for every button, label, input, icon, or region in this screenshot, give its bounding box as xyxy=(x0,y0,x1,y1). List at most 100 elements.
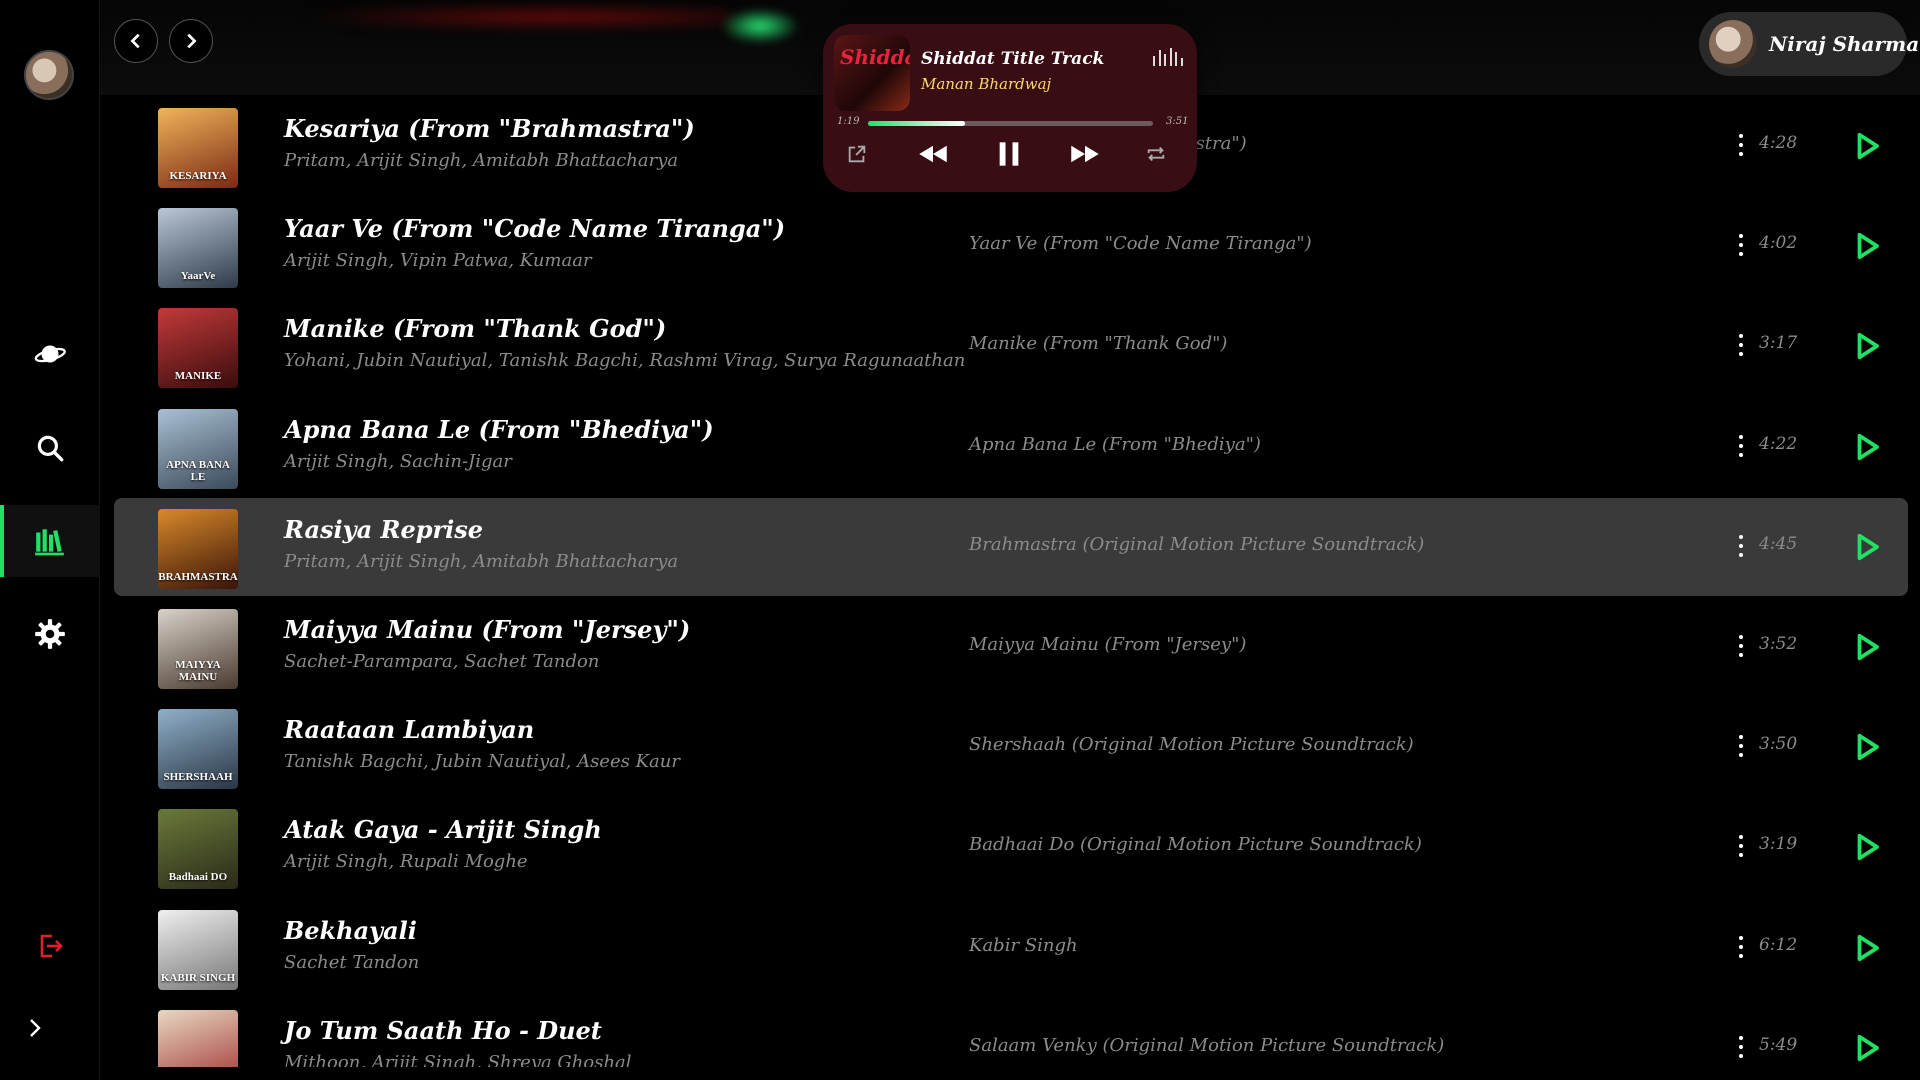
now-playing-cover[interactable]: Shiddat xyxy=(834,35,910,111)
track-cover-label: YaarVe xyxy=(180,270,216,282)
track-artists: Arijit Singh, Rupali Moghe xyxy=(284,851,528,872)
chevron-right-icon xyxy=(30,1019,41,1037)
play-icon[interactable] xyxy=(1852,432,1882,462)
more-options-icon[interactable] xyxy=(1735,230,1747,260)
ambient-glow-green xyxy=(720,8,800,44)
play-icon[interactable] xyxy=(1852,933,1882,963)
track-title[interactable]: Raataan Lambiyan xyxy=(284,715,534,744)
progress-fill xyxy=(868,121,965,126)
pause-button[interactable] xyxy=(991,136,1027,172)
track-cover[interactable]: Venky xyxy=(158,1010,238,1067)
track-title[interactable]: Jo Tum Saath Ho - Duet xyxy=(284,1016,602,1045)
track-cover[interactable]: MANIKE xyxy=(158,308,238,388)
track-cover[interactable]: KABIR SINGH xyxy=(158,910,238,990)
sidebar-item-explore[interactable] xyxy=(0,318,100,390)
more-options-icon[interactable] xyxy=(1735,431,1747,461)
track-cover[interactable]: BRAHMASTRA xyxy=(158,509,238,589)
track-cover[interactable]: APNA BANA LE xyxy=(158,409,238,489)
fast-forward-icon xyxy=(1071,145,1099,163)
play-icon[interactable] xyxy=(1852,231,1882,261)
track-cover-label: MANIKE xyxy=(174,370,222,382)
track-duration: 4:02 xyxy=(1759,233,1798,253)
track-row[interactable]: YaarVe Yaar Ve (From "Code Name Tiranga")… xyxy=(114,197,1908,295)
chevron-right-icon xyxy=(187,33,197,49)
sidebar-item-search[interactable] xyxy=(0,412,100,484)
gear-icon xyxy=(35,619,65,649)
track-duration: 5:49 xyxy=(1759,1035,1798,1055)
track-row[interactable]: KABIR SINGH Bekhayali Sachet Tandon Kabir S… xyxy=(114,899,1908,997)
track-cover[interactable]: SHERSHAAH xyxy=(158,709,238,789)
track-title[interactable]: Apna Bana Le (From "Bhediya") xyxy=(284,415,714,444)
more-options-icon[interactable] xyxy=(1735,130,1747,160)
more-options-icon[interactable] xyxy=(1735,330,1747,360)
track-title[interactable]: Atak Gaya - Arijit Singh xyxy=(284,815,602,844)
play-icon[interactable] xyxy=(1852,1033,1882,1063)
track-list: KESARIYA Kesariya (From "Brahmastra") Prit… xyxy=(114,97,1908,1067)
mini-player: Shiddat Shiddat Title Track Manan Bhardw… xyxy=(823,24,1197,192)
track-duration: 4:22 xyxy=(1759,434,1798,454)
sidebar-item-settings[interactable] xyxy=(0,598,100,670)
track-album: Salaam Venky (Original Motion Picture So… xyxy=(969,1035,1445,1056)
track-row[interactable]: APNA BANA LE Apna Bana Le (From "Bhediya"… xyxy=(114,398,1908,496)
track-artists: Mithoon, Arijit Singh, Shreya Ghoshal xyxy=(284,1052,632,1067)
back-button[interactable] xyxy=(114,19,158,63)
more-options-icon[interactable] xyxy=(1735,731,1747,761)
previous-button[interactable] xyxy=(913,140,953,168)
sidebar-item-library[interactable] xyxy=(0,505,100,577)
track-row[interactable]: Badhaai DO Atak Gaya - Arijit Singh Arijit… xyxy=(114,798,1908,896)
track-title[interactable]: Bekhayali xyxy=(284,916,417,945)
track-cover[interactable]: KESARIYA xyxy=(158,108,238,188)
track-row[interactable]: MAIYYA MAINU Maiyya Mainu (From "Jersey")… xyxy=(114,598,1908,696)
more-options-icon[interactable] xyxy=(1735,1032,1747,1062)
planet-icon xyxy=(34,345,66,363)
track-row[interactable]: BRAHMASTRA Rasiya Reprise Pritam, Arijit S… xyxy=(114,498,1908,596)
sidebar-expand-button[interactable] xyxy=(20,1008,50,1048)
track-cover-label: Badhaai DO xyxy=(168,871,228,883)
track-title[interactable]: Rasiya Reprise xyxy=(284,515,483,544)
track-row[interactable]: Venky Jo Tum Saath Ho - Duet Mithoon, Arij… xyxy=(114,999,1908,1067)
ambient-glow-red xyxy=(300,6,730,28)
play-icon[interactable] xyxy=(1852,632,1882,662)
sidebar-avatar[interactable] xyxy=(24,50,74,100)
logout-button[interactable] xyxy=(30,926,70,966)
track-duration: 4:28 xyxy=(1759,133,1798,153)
track-row[interactable]: MANIKE Manike (From "Thank God") Yohani, J… xyxy=(114,297,1908,395)
track-artists: Pritam, Arijit Singh, Amitabh Bhattachar… xyxy=(284,150,679,171)
track-cover-label: KABIR SINGH xyxy=(160,972,236,984)
more-options-icon[interactable] xyxy=(1735,831,1747,861)
share-button[interactable] xyxy=(843,140,871,168)
rewind-icon xyxy=(919,145,947,163)
play-icon[interactable] xyxy=(1852,832,1882,862)
now-playing-artist: Manan Bhardwaj xyxy=(921,75,1052,93)
next-button[interactable] xyxy=(1065,140,1105,168)
track-cover[interactable]: Badhaai DO xyxy=(158,809,238,889)
track-title[interactable]: Yaar Ve (From "Code Name Tiranga") xyxy=(284,214,785,243)
track-album: Manike (From "Thank God") xyxy=(969,333,1228,354)
search-icon xyxy=(37,435,64,462)
play-icon[interactable] xyxy=(1852,331,1882,361)
track-title[interactable]: Maiyya Mainu (From "Jersey") xyxy=(284,615,690,644)
track-row[interactable]: SHERSHAAH Raataan Lambiyan Tanishk Bagchi,… xyxy=(114,698,1908,796)
forward-button[interactable] xyxy=(169,19,213,63)
track-cover[interactable]: YaarVe xyxy=(158,208,238,288)
track-duration: 3:17 xyxy=(1759,333,1798,353)
avatar xyxy=(1709,20,1757,68)
track-cover[interactable]: MAIYYA MAINU xyxy=(158,609,238,689)
user-profile-chip[interactable]: Niraj Sharma xyxy=(1699,12,1919,76)
repeat-button[interactable] xyxy=(1141,140,1171,168)
track-album: Apna Bana Le (From "Bhediya") xyxy=(969,434,1261,455)
more-options-icon[interactable] xyxy=(1735,531,1747,561)
track-title[interactable]: Manike (From "Thank God") xyxy=(284,314,666,343)
play-icon[interactable] xyxy=(1852,732,1882,762)
track-title[interactable]: Kesariya (From "Brahmastra") xyxy=(284,114,695,143)
play-icon[interactable] xyxy=(1852,131,1882,161)
more-options-icon[interactable] xyxy=(1735,932,1747,962)
equalizer-icon xyxy=(1153,48,1183,66)
more-options-icon[interactable] xyxy=(1735,631,1747,661)
play-icon[interactable] xyxy=(1852,532,1882,562)
track-album: Badhaai Do (Original Motion Picture Soun… xyxy=(969,834,1422,855)
track-album: Shershaah (Original Motion Picture Sound… xyxy=(969,734,1414,755)
track-cover-label: KESARIYA xyxy=(169,170,227,182)
track-duration: 3:19 xyxy=(1759,834,1798,854)
progress-bar[interactable] xyxy=(868,121,1153,126)
